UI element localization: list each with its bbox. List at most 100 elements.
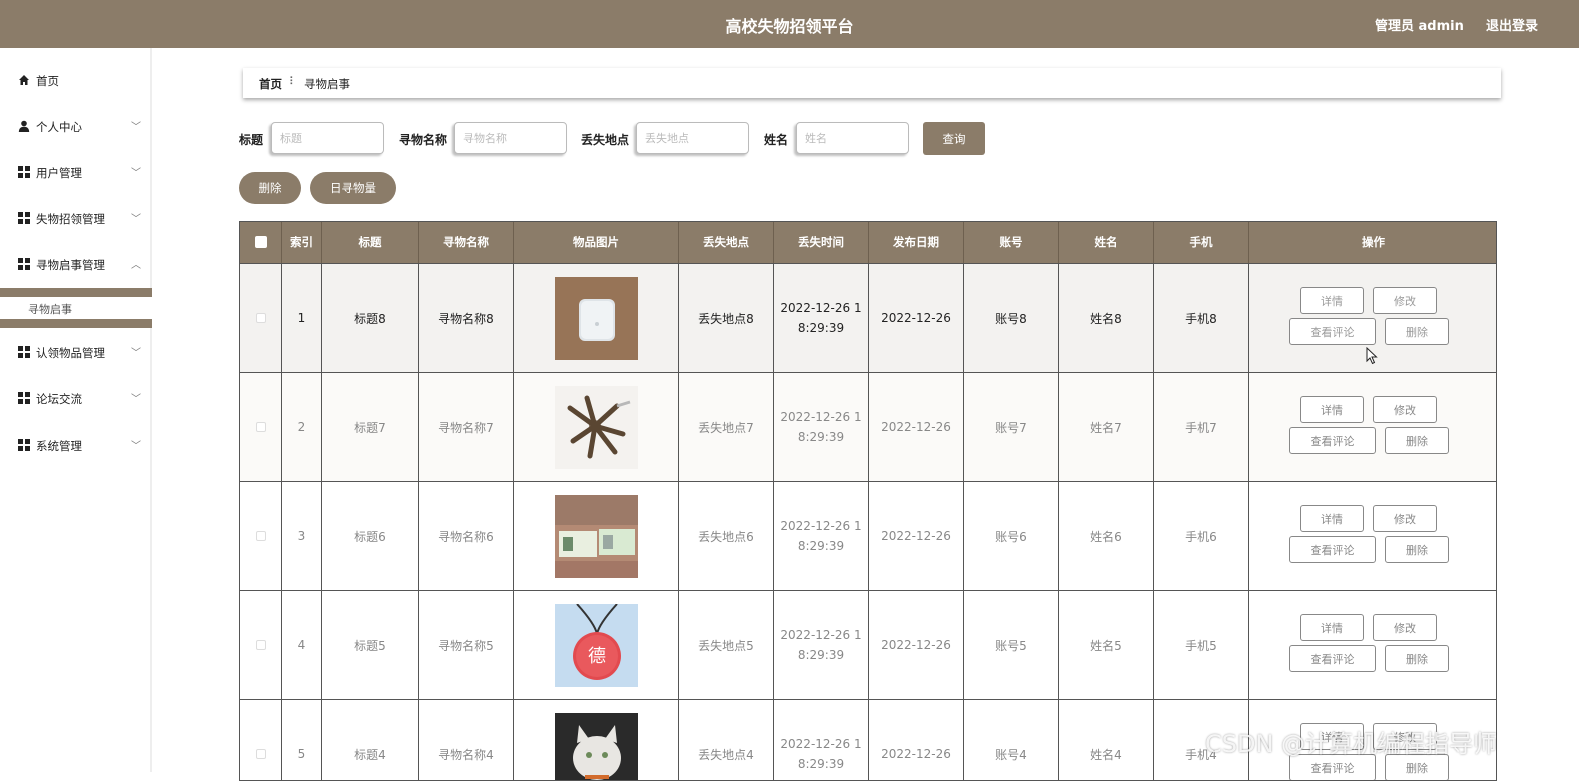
place-filter-input[interactable] [636,122,749,154]
logout-button[interactable]: 退出登录 [1486,15,1538,34]
col-header: 丢失时间 [774,222,869,263]
detail-button[interactable]: 详情 [1300,614,1364,641]
view-comments-button[interactable]: 查看评论 [1289,318,1376,345]
person-name-cell: 姓名4 [1059,700,1154,781]
chevron-down-icon: ﹀ [131,164,141,179]
col-header: 标题 [322,222,419,263]
row-checkbox[interactable] [256,640,266,650]
select-all-checkbox[interactable] [255,236,267,248]
lost-time-cell: 2022-12-26 18:29:39 [774,482,869,590]
col-header: 丢失地点 [679,222,774,263]
title-cell: 标题4 [322,700,419,781]
sidebar-item-lost-found[interactable]: 失物招领管理 ﹀ [0,203,152,233]
item-name-cell: 寻物名称5 [419,591,514,699]
daily-count-button[interactable]: 日寻物量 [310,172,396,204]
lost-place-cell: 丢失地点4 [679,700,774,781]
admin-label: 管理员 admin [1375,15,1464,34]
col-header: 索引 [282,222,322,263]
sidebar-item-home[interactable]: 首页 [0,65,152,95]
bulk-delete-button[interactable]: 删除 [239,172,301,204]
sidebar-item-forum[interactable]: 论坛交流 ﹀ [0,383,152,413]
publish-date-cell: 2022-12-26 [869,264,964,372]
actions-cell: 详情修改查看评论删除 [1249,591,1497,699]
lost-place-cell: 丢失地点8 [679,264,774,372]
item-name-cell: 寻物名称4 [419,700,514,781]
lost-place-cell: 丢失地点5 [679,591,774,699]
top-bar: 高校失物招领平台 管理员 admin 退出登录 [0,0,1579,48]
title-cell: 标题5 [322,591,419,699]
select-cell [240,264,282,372]
view-comments-button[interactable]: 查看评论 [1289,427,1376,454]
breadcrumb-home[interactable]: 首页 [259,76,282,92]
row-checkbox[interactable] [256,531,266,541]
lost-time-line2: 8:29:39 [798,645,844,665]
phone-cell: 手机7 [1154,373,1249,481]
delete-row-button[interactable]: 删除 [1385,536,1449,563]
detail-button[interactable]: 详情 [1300,505,1364,532]
lost-place-cell: 丢失地点7 [679,373,774,481]
title-filter-label: 标题 [239,131,263,148]
edit-button[interactable]: 修改 [1373,396,1437,423]
account-cell: 账号8 [964,264,1059,372]
account-cell: 账号4 [964,700,1059,781]
delete-row-button[interactable]: 删除 [1385,645,1449,672]
item-image [555,495,638,578]
grid-icon [18,166,30,178]
query-button[interactable]: 查询 [923,122,985,155]
submenu-item-search-notice[interactable]: 寻物启事 [28,301,72,317]
sidebar-item-search-notice[interactable]: 寻物启事管理 ︿ [0,249,152,279]
phone-cell: 手机5 [1154,591,1249,699]
user-icon [18,120,30,132]
home-icon [18,74,30,86]
lost-time-cell: 2022-12-26 18:29:39 [774,700,869,781]
app-title: 高校失物招领平台 [0,13,1579,37]
select-all-cell [240,222,282,263]
lost-time-cell: 2022-12-26 18:29:39 [774,591,869,699]
person-filter-input[interactable] [796,122,909,154]
place-filter-label: 丢失地点 [581,131,629,148]
detail-button[interactable]: 详情 [1300,396,1364,423]
sidebar-item-users[interactable]: 用户管理 ﹀ [0,157,152,187]
sidebar-item-system[interactable]: 系统管理 ﹀ [0,430,152,460]
phone-cell: 手机6 [1154,482,1249,590]
item-image: 德 [555,604,638,687]
breadcrumb-current: 寻物启事 [304,76,350,92]
col-header: 操作 [1249,222,1497,263]
account-cell: 账号5 [964,591,1059,699]
sidebar-item-label: 认领物品管理 [36,345,105,361]
lost-place-cell: 丢失地点6 [679,482,774,590]
actions-cell: 详情修改查看评论删除 [1249,373,1497,481]
edit-button[interactable]: 修改 [1373,287,1437,314]
chevron-up-icon: ︿ [131,256,141,271]
image-cell [514,482,679,590]
index-cell: 5 [282,700,322,781]
row-checkbox[interactable] [256,313,266,323]
delete-row-button[interactable]: 删除 [1385,318,1449,345]
sidebar-item-label: 论坛交流 [36,391,82,407]
delete-row-button[interactable]: 删除 [1385,427,1449,454]
chevron-down-icon: ﹀ [131,437,141,452]
row-checkbox[interactable] [256,422,266,432]
sidebar-item-label: 系统管理 [36,438,82,454]
detail-button[interactable]: 详情 [1300,287,1364,314]
item-image [555,713,638,781]
col-header: 账号 [964,222,1059,263]
col-header: 物品图片 [514,222,679,263]
title-cell: 标题8 [322,264,419,372]
index-cell: 3 [282,482,322,590]
row-checkbox[interactable] [256,749,266,759]
watermark: CSDN @计算机编程指导师 [1205,724,1497,759]
title-filter-input[interactable] [271,122,384,154]
chevron-down-icon: ﹀ [131,210,141,225]
sidebar-item-profile[interactable]: 个人中心 ﹀ [0,111,152,141]
view-comments-button[interactable]: 查看评论 [1289,645,1376,672]
breadcrumb-separator: ⠇ [289,75,297,88]
chevron-down-icon: ﹀ [131,390,141,405]
lost-time-cell: 2022-12-26 18:29:39 [774,264,869,372]
edit-button[interactable]: 修改 [1373,505,1437,532]
view-comments-button[interactable]: 查看评论 [1289,536,1376,563]
edit-button[interactable]: 修改 [1373,614,1437,641]
sidebar-item-claims[interactable]: 认领物品管理 ﹀ [0,337,152,367]
name-filter-input[interactable] [454,122,567,154]
account-cell: 账号7 [964,373,1059,481]
